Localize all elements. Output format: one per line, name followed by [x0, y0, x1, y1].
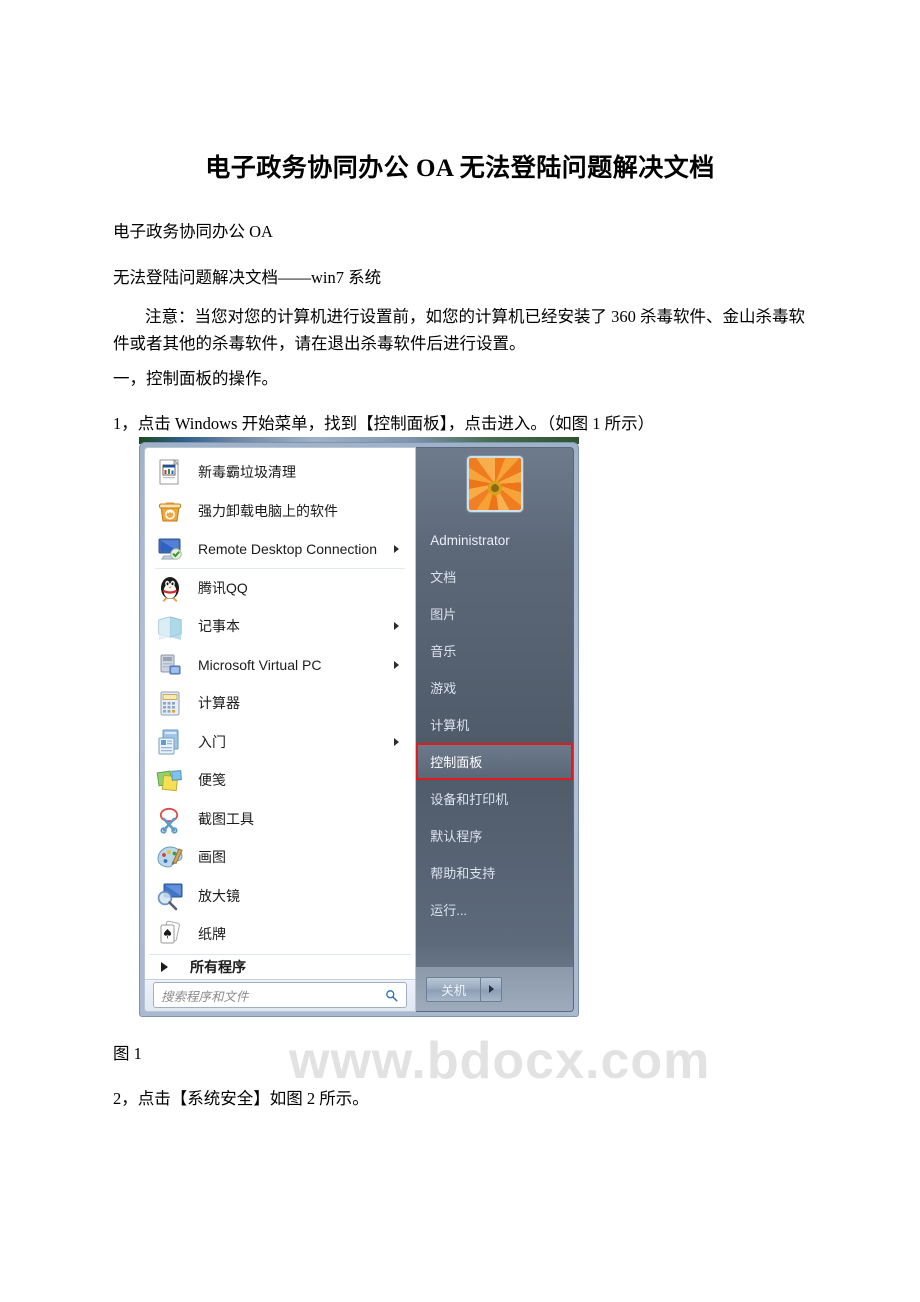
solitaire-icon	[160, 920, 180, 944]
doc-section-1: 一，控制面板的操作。	[113, 369, 278, 388]
system-link-1[interactable]: 文档	[416, 558, 573, 595]
search-area: 搜索程序和文件	[145, 978, 416, 1011]
doc-step-1: 1，点击 Windows 开始菜单，找到【控制面板】，点击进入。（如图 1 所示…	[113, 414, 655, 433]
all-programs-label: 所有程序	[190, 958, 246, 975]
notepad-icon	[155, 611, 185, 641]
remote-desktop-icon	[158, 538, 182, 560]
system-links-list: Administrator 文档 图片 音乐 游戏 计算机 控制面板 设备和打印机 默认程序帮…	[416, 518, 573, 967]
solitaire-icon	[155, 919, 185, 949]
system-link-6[interactable]: 控制面板	[416, 743, 573, 780]
program-item-2[interactable]: 强力卸载电脑上的软件	[149, 492, 411, 531]
document-icon	[155, 457, 185, 487]
doc-line-2: 无法登陆问题解决文档——win7 系统	[113, 268, 382, 287]
remote-desktop-icon	[155, 534, 185, 564]
program-item-label: 入门	[198, 733, 226, 750]
chevron-right-icon	[161, 961, 168, 972]
start-menu-window: 新毒霸垃圾清理强力卸载电脑上的软件 Remote Desktop Connecti…	[139, 442, 579, 1017]
system-link-9[interactable]: 帮助和支持	[416, 854, 573, 891]
document-page: 电子政务协同办公 OA 无法登陆问题解决文档 电子政务协同办公 OA 无法登陆问…	[0, 0, 920, 1302]
system-link-2[interactable]: 图片	[416, 595, 573, 632]
sticky-notes-icon	[155, 765, 185, 795]
system-link-10[interactable]: 运行...	[416, 891, 573, 928]
start-menu-left-panel: 新毒霸垃圾清理强力卸载电脑上的软件 Remote Desktop Connecti…	[144, 447, 417, 1012]
figure-1-start-menu-screenshot: 新毒霸垃圾清理强力卸载电脑上的软件 Remote Desktop Connecti…	[139, 437, 709, 1090]
all-programs-item[interactable]: 所有程序	[149, 953, 412, 979]
search-icon	[386, 989, 398, 1002]
program-item-label: 新毒霸垃圾清理	[198, 464, 296, 481]
program-item-13[interactable]: 纸牌	[149, 915, 411, 954]
program-list: 新毒霸垃圾清理强力卸载电脑上的软件 Remote Desktop Connecti…	[145, 448, 415, 954]
virtual-pc-icon	[160, 654, 181, 675]
program-item-1[interactable]: 新毒霸垃圾清理	[149, 453, 411, 492]
system-link-4[interactable]: 游戏	[416, 669, 573, 706]
recycle-bin-icon	[159, 502, 181, 522]
program-item-label: 腾讯QQ	[198, 579, 248, 596]
chevron-right-icon	[488, 985, 494, 993]
program-item-12[interactable]: 放大镜	[149, 877, 411, 916]
program-item-label: 便笺	[198, 772, 226, 789]
recycle-bin-icon	[155, 496, 185, 526]
system-link-7[interactable]: 设备和打印机	[416, 780, 573, 817]
shutdown-options-button[interactable]	[481, 976, 503, 1002]
start-menu-right-panel: Administrator 文档 图片 音乐 游戏 计算机 控制面板 设备和打印机 默认程序帮…	[416, 447, 574, 1012]
chevron-right-icon	[394, 622, 400, 631]
program-item-3[interactable]: Remote Desktop Connection	[149, 530, 411, 569]
doc-line-1: 电子政务协同办公 OA	[113, 222, 273, 241]
page-title: 电子政务协同办公 OA 无法登陆问题解决文档	[205, 155, 715, 182]
paint-icon	[157, 846, 183, 868]
program-item-7[interactable]: 计算器	[149, 684, 411, 723]
qq-penguin-icon	[155, 573, 185, 603]
document-icon	[159, 459, 180, 485]
shutdown-button[interactable]: 关机	[426, 976, 482, 1002]
program-item-5[interactable]: 记事本	[149, 607, 411, 646]
snipping-tool-icon	[155, 804, 185, 834]
program-item-4[interactable]: 腾讯QQ	[149, 569, 411, 608]
system-link-5[interactable]: 计算机	[416, 706, 573, 743]
magnifier-icon	[157, 883, 183, 911]
program-item-label: 记事本	[198, 618, 240, 635]
paint-icon	[155, 842, 185, 872]
search-input[interactable]: 搜索程序和文件	[153, 982, 408, 1009]
program-item-10[interactable]: 截图工具	[149, 800, 411, 839]
program-item-label: 画图	[198, 849, 226, 866]
program-item-11[interactable]: 画图	[149, 838, 411, 877]
system-link-3[interactable]: 音乐	[416, 632, 573, 669]
chevron-right-icon	[394, 737, 400, 746]
doc-note: 注意：当您对您的计算机进行设置前，如您的计算机已经安装了 360 杀毒软件、金山…	[113, 307, 805, 353]
program-item-label: 截图工具	[198, 810, 254, 827]
program-item-label: 强力卸载电脑上的软件	[198, 502, 338, 519]
notepad-icon	[158, 616, 182, 641]
qq-penguin-icon	[161, 576, 179, 602]
program-item-label: 计算器	[198, 695, 240, 712]
system-link-8[interactable]: 默认程序	[416, 817, 573, 854]
magnifier-icon	[155, 881, 185, 911]
calculator-icon	[160, 691, 180, 716]
chevron-right-icon	[394, 660, 400, 669]
getting-started-icon	[158, 729, 179, 755]
shutdown-area: 关机	[416, 967, 573, 1011]
program-item-label: Microsoft Virtual PC	[198, 656, 322, 673]
doc-step-2: 2，点击【系统安全】如图 2 所示。	[113, 1089, 369, 1108]
program-item-label: Remote Desktop Connection	[198, 541, 377, 558]
program-item-8[interactable]: 入门	[149, 723, 411, 762]
user-name: Administrator	[430, 532, 510, 548]
calculator-icon	[155, 688, 185, 718]
avatar[interactable]	[466, 456, 523, 512]
getting-started-icon	[155, 727, 185, 757]
snipping-tool-icon	[159, 807, 179, 834]
program-item-6[interactable]: Microsoft Virtual PC	[149, 646, 411, 685]
chevron-right-icon	[394, 545, 400, 554]
program-item-label: 放大镜	[198, 887, 240, 904]
virtual-pc-icon	[155, 650, 185, 680]
search-placeholder: 搜索程序和文件	[161, 989, 249, 1004]
program-item-label: 纸牌	[198, 926, 226, 943]
sticky-notes-icon	[156, 770, 182, 792]
figure-1-caption: 图 1	[113, 1044, 142, 1063]
program-item-9[interactable]: 便笺	[149, 761, 411, 800]
